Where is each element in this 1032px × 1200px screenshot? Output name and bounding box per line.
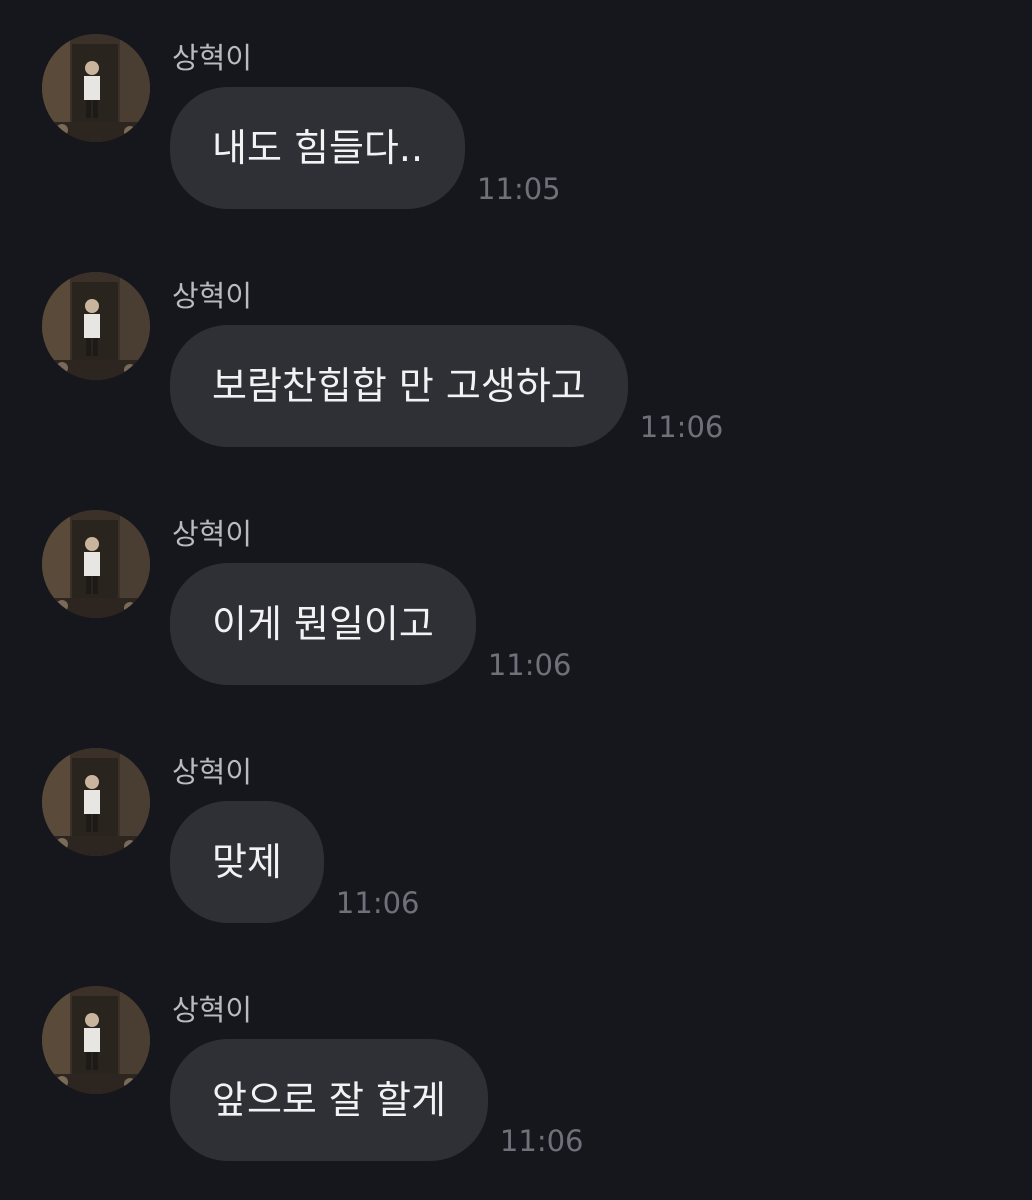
sender-name: 상혁이 (172, 993, 253, 1027)
message-bubble[interactable]: 맞제 (170, 801, 324, 923)
avatar-photo (42, 510, 150, 618)
sender-name: 상혁이 (172, 517, 253, 551)
message-item: 상혁이 보람찬힙합 만 고생하고 11:06 (0, 238, 1032, 447)
message-time: 11:06 (639, 410, 724, 444)
sender-name: 상혁이 (172, 41, 253, 75)
message-time: 11:05 (477, 172, 561, 206)
avatar-photo (42, 748, 150, 856)
message-item: 상혁이 맞제 11:06 (0, 714, 1032, 923)
message-bubble[interactable]: 내도 힘들다.. (170, 87, 466, 209)
avatar[interactable] (42, 272, 150, 380)
avatar-photo (42, 272, 150, 380)
avatar-photo (42, 34, 150, 142)
avatar[interactable] (42, 510, 150, 618)
sender-name: 상혁이 (172, 279, 253, 313)
avatar[interactable] (42, 34, 150, 142)
message-time: 11:06 (487, 648, 572, 682)
avatar-photo (42, 986, 150, 1094)
message-item: 상혁이 앞으로 잘 할게 11:06 (0, 952, 1032, 1161)
avatar[interactable] (42, 986, 150, 1094)
message-time: 11:06 (499, 1124, 584, 1158)
avatar[interactable] (42, 748, 150, 856)
chat-message-list[interactable]: 상혁이 내도 힘들다.. 11:05 상혁이 보람찬힙합 만 고생하고 11:0… (0, 0, 1032, 1200)
message-bubble[interactable]: 앞으로 잘 할게 (170, 1039, 488, 1161)
message-item: 상혁이 내도 힘들다.. 11:05 (0, 0, 1032, 209)
message-time: 11:06 (335, 886, 420, 920)
sender-name: 상혁이 (172, 755, 253, 789)
message-item: 상혁이 이게 뭔일이고 11:06 (0, 476, 1032, 685)
message-bubble[interactable]: 보람찬힙합 만 고생하고 (170, 325, 628, 447)
message-bubble[interactable]: 이게 뭔일이고 (170, 563, 476, 685)
